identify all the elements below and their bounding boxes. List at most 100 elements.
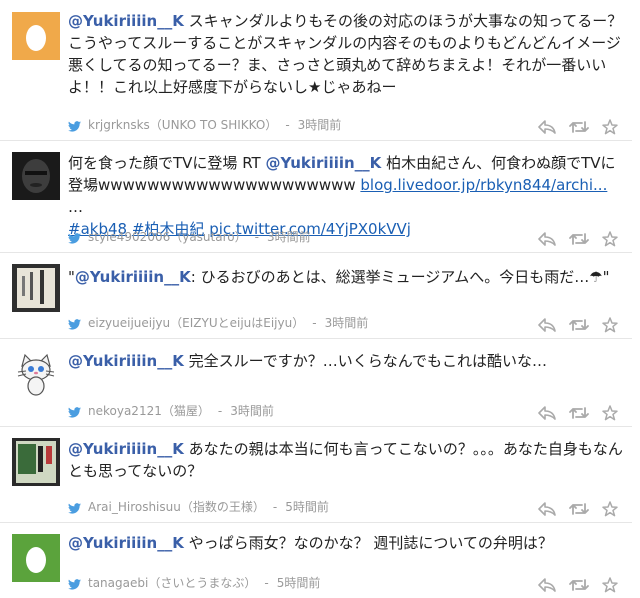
tweet-meta: nekoya2121（猫屋） -3時間前 — [68, 402, 274, 420]
user-display-name[interactable]: （さいとうまなぶ） — [148, 576, 256, 590]
tweet-actions — [530, 314, 618, 332]
user-handle[interactable]: tanagaebi — [88, 576, 148, 590]
egg-avatar-icon — [12, 12, 60, 60]
tweet-item: @Yukiriiiin__K やっぱら雨女？なのかな？ 週刊誌についての弁明は？… — [0, 522, 632, 598]
meta-separator: - — [254, 230, 259, 244]
book-avatar-icon — [12, 438, 60, 486]
star-icon — [602, 230, 618, 246]
mention-link[interactable]: @Yukiriiiin__K — [68, 440, 184, 458]
avatar[interactable] — [12, 152, 60, 200]
reply-icon — [538, 231, 556, 246]
tweet-body: 完全スルーですか？…いくらなんでもこれは酷いな… — [183, 352, 547, 370]
favorite-button[interactable] — [602, 316, 618, 333]
portrait-avatar-icon — [12, 152, 60, 200]
reply-button[interactable] — [538, 317, 556, 332]
avatar[interactable] — [12, 438, 60, 486]
retweet-icon — [569, 318, 589, 331]
tweet-text: "@Yukiriiiin__K: ひるおびのあとは、総選挙ミュージアムへ。今日も… — [68, 266, 624, 288]
timestamp[interactable]: 3時間前 — [267, 230, 311, 244]
tweet-actions — [530, 116, 618, 134]
twitter-bird-icon — [68, 579, 81, 590]
quote-mark: " — [68, 268, 75, 286]
tweet-meta: eizyueijueijyu（EIZYUとeijuはEijyu） -3時間前 — [68, 314, 368, 332]
timestamp[interactable]: 3時間前 — [230, 404, 274, 418]
retweet-icon — [569, 406, 589, 419]
book-avatar-icon — [12, 264, 60, 312]
meta-separator: - — [312, 316, 317, 330]
mention-link[interactable]: @Yukiriiiin__K — [68, 534, 184, 552]
avatar[interactable] — [12, 12, 60, 60]
timestamp[interactable]: 3時間前 — [325, 316, 369, 330]
tweet-body: やっぱら雨女？なのかな？ 週刊誌についての弁明は？ — [183, 534, 553, 552]
user-display-name[interactable]: （yasutaro） — [170, 230, 246, 244]
mention-link[interactable]: @Yukiriiiin__K — [265, 154, 381, 172]
star-icon — [602, 576, 618, 592]
reply-icon — [538, 577, 556, 592]
timestamp[interactable]: 3時間前 — [298, 118, 342, 132]
reply-icon — [538, 405, 556, 420]
timestamp[interactable]: 5時間前 — [277, 576, 321, 590]
retweet-button[interactable] — [569, 406, 589, 420]
reply-icon — [538, 501, 556, 516]
tweet-body-prefix: 何を食った顔でTVに登場 RT — [68, 154, 266, 172]
favorite-button[interactable] — [602, 576, 618, 593]
reply-button[interactable] — [538, 577, 556, 592]
user-display-name[interactable]: （指数の王様） — [181, 500, 265, 514]
user-display-name[interactable]: （猫屋） — [162, 404, 210, 418]
reply-button[interactable] — [538, 501, 556, 516]
tweet-actions — [530, 228, 618, 246]
retweet-button[interactable] — [569, 578, 589, 592]
egg-avatar-icon — [12, 534, 60, 582]
tweet-meta: Arai_Hiroshisuu（指数の王様） -5時間前 — [68, 498, 329, 516]
retweet-icon — [569, 120, 589, 133]
tweet-meta: tanagaebi（さいとうまなぶ） -5時間前 — [68, 574, 320, 592]
reply-button[interactable] — [538, 119, 556, 134]
tweet-actions — [530, 498, 618, 516]
tweet-body: : ひるおびのあとは、総選挙ミュージアムへ。今日も雨だ…☂" — [190, 268, 610, 286]
user-handle[interactable]: krjgrknsks — [88, 118, 150, 132]
url-link[interactable]: blog.livedoor.jp/rbkyn844/archi... — [360, 176, 607, 194]
tweet-item: "@Yukiriiiin__K: ひるおびのあとは、総選挙ミュージアムへ。今日も… — [0, 252, 632, 339]
favorite-button[interactable] — [602, 500, 618, 517]
timestamp[interactable]: 5時間前 — [285, 500, 329, 514]
user-display-name[interactable]: （EIZYUとeijuはEijyu） — [170, 316, 304, 330]
user-handle[interactable]: eizyueijueijyu — [88, 316, 170, 330]
reply-button[interactable] — [538, 231, 556, 246]
meta-separator: - — [217, 404, 223, 418]
tweet-item: 何を食った顔でTVに登場 RT @Yukiriiiin__K 柏木由紀さん、何食… — [0, 140, 632, 253]
tweet-feed: @Yukiriiiin__K スキャンダルよりもその後の対応のほうが大事なの知っ… — [0, 0, 640, 598]
tweet-text: @Yukiriiiin__K やっぱら雨女？なのかな？ 週刊誌についての弁明は？ — [68, 532, 624, 554]
retweet-button[interactable] — [569, 120, 589, 134]
user-handle[interactable]: style4902006 — [88, 230, 170, 244]
tweet-actions — [530, 574, 618, 592]
tweet-item: @Yukiriiiin__K 完全スルーですか？…いくらなんでもこれは酷いな… … — [0, 338, 632, 427]
ellipsis-text: … — [68, 198, 83, 216]
mention-link[interactable]: @Yukiriiiin__K — [68, 12, 184, 30]
twitter-bird-icon — [68, 233, 81, 244]
meta-separator: - — [285, 118, 290, 132]
retweet-button[interactable] — [569, 232, 589, 246]
tweet-meta: krjgrknsks（UNKO TO SHIKKO） -3時間前 — [68, 116, 341, 134]
star-icon — [602, 404, 618, 420]
retweet-button[interactable] — [569, 502, 589, 516]
favorite-button[interactable] — [602, 404, 618, 421]
tweet-item: @Yukiriiiin__K スキャンダルよりもその後の対応のほうが大事なの知っ… — [0, 0, 632, 141]
user-handle[interactable]: Arai_Hiroshisuu — [88, 500, 181, 514]
favorite-button[interactable] — [602, 230, 618, 247]
star-icon — [602, 316, 618, 332]
avatar[interactable] — [12, 350, 60, 398]
cat-avatar-icon — [12, 350, 60, 398]
favorite-button[interactable] — [602, 118, 618, 135]
mention-link[interactable]: @Yukiriiiin__K — [75, 268, 191, 286]
user-handle[interactable]: nekoya2121 — [88, 404, 162, 418]
twitter-bird-icon — [68, 319, 81, 330]
twitter-bird-icon — [68, 407, 81, 418]
mention-link[interactable]: @Yukiriiiin__K — [68, 352, 184, 370]
tweet-text: 何を食った顔でTVに登場 RT @Yukiriiiin__K 柏木由紀さん、何食… — [68, 152, 624, 240]
avatar[interactable] — [12, 264, 60, 312]
user-display-name[interactable]: （UNKO TO SHIKKO） — [150, 118, 278, 132]
retweet-button[interactable] — [569, 318, 589, 332]
reply-button[interactable] — [538, 405, 556, 420]
avatar[interactable] — [12, 534, 60, 582]
retweet-icon — [569, 578, 589, 591]
